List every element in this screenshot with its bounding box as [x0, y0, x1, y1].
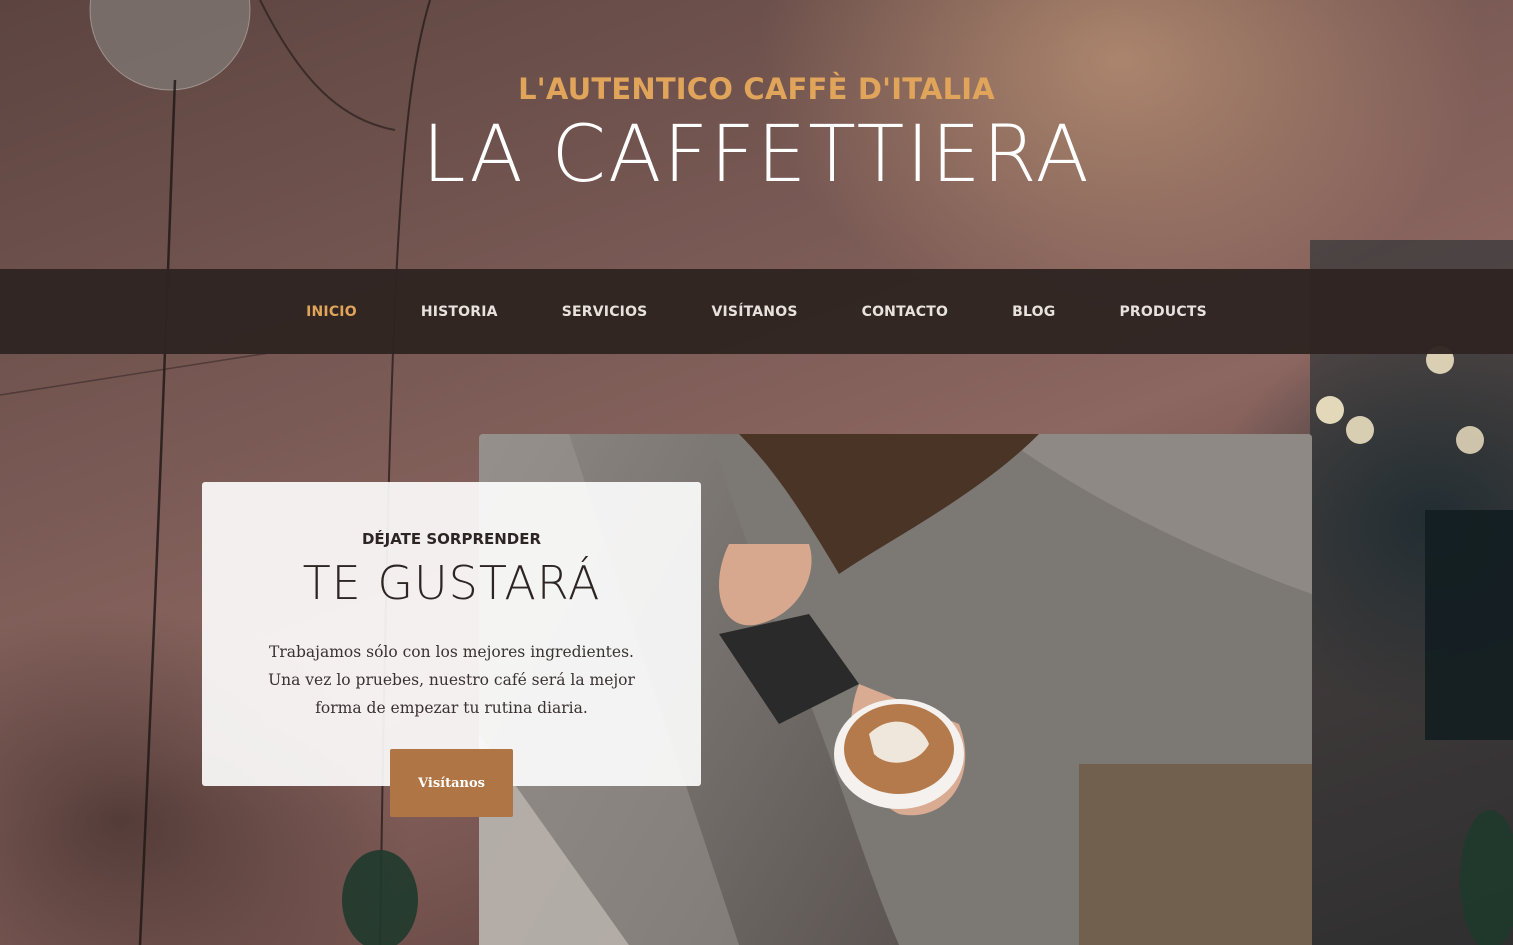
intro-text: Trabajamos sólo con los mejores ingredie…: [268, 643, 635, 717]
intro-title: TE GUSTARÁ: [302, 556, 601, 610]
nav-item-visitanos[interactable]: VISÍTANOS: [711, 304, 797, 320]
nav-item-servicios[interactable]: SERVICIOS: [562, 304, 648, 320]
header-tagline: L'AUTENTICO CAFFÈ D'ITALIA: [518, 72, 995, 106]
nav-item-blog[interactable]: BLOG: [1012, 304, 1055, 320]
nav-item-products[interactable]: PRODUCTS: [1119, 304, 1206, 320]
site-header: L'AUTENTICO CAFFÈ D'ITALIA LA CAFFETTIER…: [0, 0, 1513, 269]
intro-kicker: DÉJATE SORPRENDER: [361, 530, 542, 548]
main-navigation: INICIO HISTORIA SERVICIOS VISÍTANOS CONT…: [0, 269, 1513, 354]
nav-item-contacto[interactable]: CONTACTO: [862, 304, 949, 320]
nav-item-historia[interactable]: HISTORIA: [421, 304, 498, 320]
site-brand[interactable]: LA CAFFETTIERA: [0, 110, 1513, 200]
nav-item-inicio[interactable]: INICIO: [306, 304, 357, 320]
intro-card: DÉJATE SORPRENDER TE GUSTARÁ Trabajamos …: [202, 482, 701, 786]
visit-button[interactable]: Visítanos: [390, 749, 513, 817]
